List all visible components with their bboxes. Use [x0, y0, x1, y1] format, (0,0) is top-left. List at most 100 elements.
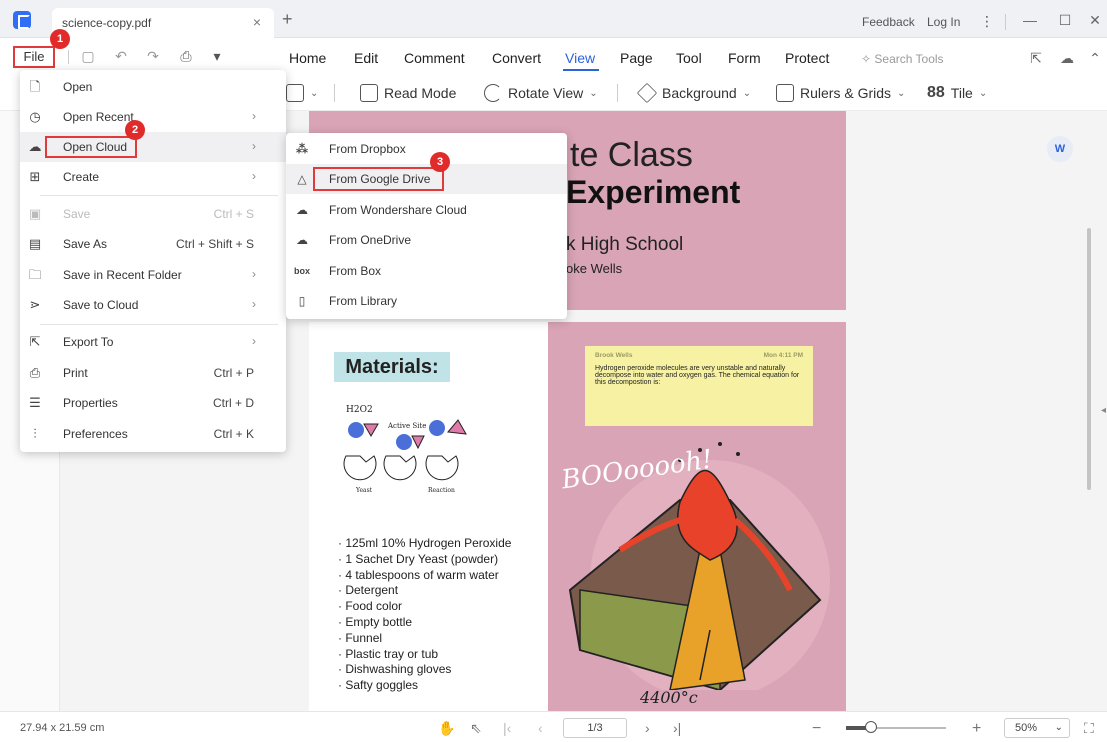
molecule-blue — [396, 434, 412, 450]
molecule-pink — [447, 419, 467, 435]
background-button[interactable]: Background ⌄ — [636, 82, 751, 104]
export-icon: ⇱ — [29, 334, 41, 349]
fit-page-icon[interactable]: ⛶ — [1084, 720, 1094, 737]
tile-icon: 88 — [927, 84, 945, 101]
menu-item-save-as[interactable]: ▤ Save As Ctrl + Shift + S — [20, 229, 286, 259]
submenu-item-wondershare-cloud[interactable]: ☁ From Wondershare Cloud — [286, 195, 567, 225]
last-page-icon[interactable]: ›| — [673, 720, 681, 736]
redo-icon[interactable]: ↷ — [145, 48, 161, 64]
login-link[interactable]: Log In — [927, 15, 960, 29]
dropbox-icon: ⁂ — [295, 142, 309, 156]
page-number-input[interactable]: 1/3 — [563, 718, 627, 738]
molecule-blue — [348, 422, 364, 438]
menu-item-preferences[interactable]: ⫶ Preferences Ctrl + K — [20, 419, 286, 449]
zoom-level-select[interactable]: 50% ⌄ — [1004, 718, 1070, 738]
undo-icon[interactable]: ↶ — [113, 48, 129, 64]
menu-item-label: Print — [63, 366, 88, 380]
menu-item-open-recent[interactable]: ◷ Open Recent › — [20, 102, 286, 132]
tab-view[interactable]: View — [565, 50, 595, 66]
tab-page[interactable]: Page — [620, 50, 653, 66]
submenu-item-box[interactable]: box From Box — [286, 256, 567, 286]
folder-icon: 🗀 — [28, 267, 42, 282]
share-icon[interactable]: ⇱ — [1027, 49, 1045, 67]
menu-item-save-recent-folder[interactable]: 🗀 Save in Recent Folder › — [20, 260, 286, 290]
collapse-ribbon-icon[interactable]: ⌃ — [1086, 49, 1104, 67]
materials-list: 125ml 10% Hydrogen Peroxide 1 Sachet Dry… — [338, 536, 511, 694]
cloud-sync-icon[interactable]: ☁ — [1058, 49, 1076, 67]
list-item: Empty bottle — [338, 615, 511, 631]
select-tool-icon[interactable]: ⇖ — [470, 720, 482, 737]
sticky-time: Mon 4:11 PM — [763, 352, 803, 359]
cloud-icon: ☁ — [28, 139, 42, 154]
molecule-blue — [429, 420, 445, 436]
tab-form[interactable]: Form — [728, 50, 761, 66]
zoom-out-icon[interactable]: − — [812, 720, 821, 738]
open-icon: 🗋 — [29, 79, 41, 94]
prev-page-icon[interactable]: ‹ — [538, 720, 543, 736]
next-page-icon[interactable]: › — [645, 720, 650, 736]
word-convert-icon[interactable]: W — [1047, 136, 1073, 162]
sticky-note-comment[interactable]: Brook Wells Mon 4:11 PM Hydrogen peroxide… — [585, 346, 813, 426]
file-menu-button[interactable]: File — [13, 46, 55, 68]
tab-convert[interactable]: Convert — [492, 50, 541, 66]
menu-item-shortcut: Ctrl + K — [213, 427, 254, 441]
tab-tool[interactable]: Tool — [676, 50, 702, 66]
menu-item-save-to-cloud[interactable]: ⋗ Save to Cloud › — [20, 290, 286, 320]
sliders-icon: ⫶ — [33, 426, 37, 441]
zoom-slider-handle[interactable] — [865, 721, 877, 733]
submenu-item-onedrive[interactable]: ☁ From OneDrive — [286, 225, 567, 255]
tab-edit[interactable]: Edit — [354, 50, 378, 66]
rotate-view-button[interactable]: Rotate View ⌄ — [484, 84, 598, 102]
new-doc-icon[interactable]: ▢ — [80, 48, 96, 64]
customize-dropdown-icon[interactable]: ▾ — [209, 48, 225, 64]
chevron-down-icon: ⌄ — [1054, 722, 1063, 733]
menu-item-label: Save As — [63, 237, 108, 251]
hand-tool-icon[interactable]: ✋ — [438, 720, 455, 737]
materials-heading: Materials: — [334, 352, 450, 382]
box-icon: box — [294, 266, 311, 276]
document-tab[interactable]: science-copy.pdf × — [52, 8, 274, 38]
tile-button[interactable]: 88 Tile ⌄ — [927, 84, 987, 102]
google-drive-highlight — [313, 167, 444, 191]
zoom-in-icon[interactable]: + — [972, 720, 981, 738]
close-window-button[interactable]: ✕ — [1085, 11, 1105, 29]
print-quick-icon[interactable]: ⎙ — [178, 48, 194, 64]
page-display-dropdown[interactable]: ⌄ — [286, 84, 318, 102]
background-label: Background — [662, 85, 737, 101]
menu-item-export-to[interactable]: ⇱ Export To › — [20, 327, 286, 357]
plus-icon: ⊞ — [29, 169, 41, 184]
menu-item-print[interactable]: ⎙ Print Ctrl + P — [20, 358, 286, 388]
menu-item-label: Save — [63, 207, 91, 221]
submenu-item-library[interactable]: ▯ From Library — [286, 286, 567, 316]
tab-close-icon[interactable]: × — [249, 14, 265, 30]
right-panel-toggle-icon[interactable]: ◂ — [1101, 405, 1106, 416]
menu-item-properties[interactable]: ☰ Properties Ctrl + D — [20, 388, 286, 418]
app-logo-icon[interactable] — [13, 11, 31, 29]
feedback-link[interactable]: Feedback — [862, 15, 915, 29]
list-item: 1 Sachet Dry Yeast (powder) — [338, 552, 511, 568]
menu-item-create[interactable]: ⊞ Create › — [20, 162, 286, 192]
page-display-icon — [286, 84, 304, 102]
menu-item-open[interactable]: 🗋 Open — [20, 72, 286, 102]
menu-item-label: Save to Cloud — [63, 298, 139, 312]
rulers-grids-button[interactable]: Rulers & Grids ⌄ — [776, 84, 905, 102]
vertical-scrollbar[interactable] — [1087, 228, 1091, 490]
save-icon: ▣ — [28, 206, 42, 221]
status-bar: 27.94 x 21.59 cm ✋ ⇖ |‹ ‹ 1/3 › ›| − + 5… — [0, 711, 1107, 742]
search-tools-field[interactable]: ✧ Search Tools — [861, 52, 944, 66]
cloud-upload-icon: ⋗ — [29, 297, 41, 312]
tab-home[interactable]: Home — [289, 50, 326, 66]
tab-comment[interactable]: Comment — [404, 50, 465, 66]
new-tab-icon[interactable]: + — [282, 10, 293, 28]
tab-protect[interactable]: Protect — [785, 50, 829, 66]
search-tools-label: Search Tools — [874, 52, 944, 66]
list-item: Detergent — [338, 583, 511, 599]
submenu-item-dropbox[interactable]: ⁂ From Dropbox — [286, 134, 567, 164]
first-page-icon[interactable]: |‹ — [503, 720, 511, 736]
read-mode-button[interactable]: Read Mode — [360, 84, 456, 102]
minimize-button[interactable]: — — [1020, 11, 1040, 29]
tile-label: Tile — [950, 85, 973, 101]
more-options-icon[interactable]: ⋮ — [980, 13, 994, 30]
list-item: Dishwashing gloves — [338, 662, 511, 678]
maximize-button[interactable]: ☐ — [1055, 11, 1075, 29]
